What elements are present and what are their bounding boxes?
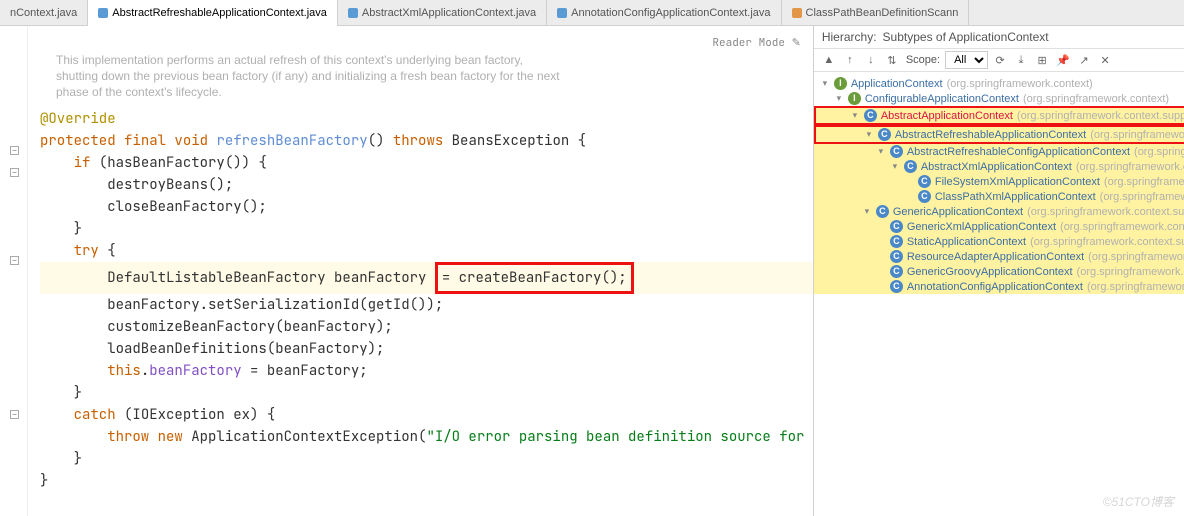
- annotation: @Override: [40, 110, 116, 128]
- scope-select[interactable]: All: [945, 51, 988, 69]
- java-class-icon: [557, 8, 567, 18]
- tree-node[interactable]: ▾CAbstractXmlApplicationContext (org.spr…: [814, 159, 1184, 174]
- chevron-down-icon[interactable]: ▾: [862, 206, 872, 217]
- tab-file-3[interactable]: AnnotationConfigApplicationContext.java: [547, 0, 781, 26]
- tab-file-4[interactable]: ClassPathBeanDefinitionScann: [782, 0, 970, 26]
- class-icon: C: [918, 190, 931, 203]
- class-hierarchy-icon[interactable]: ▲: [820, 51, 838, 69]
- tree-node[interactable]: CStaticApplicationContext (org.springfra…: [814, 234, 1184, 249]
- close-toolbar-icon[interactable]: ✕: [1096, 51, 1114, 69]
- tree-node[interactable]: CAnnotationConfigApplicationContext (org…: [814, 279, 1184, 294]
- file-label: nContext.java: [10, 7, 77, 19]
- class-icon: C: [890, 265, 903, 278]
- tree-node-selected[interactable]: ▾CAbstractRefreshableApplicationContext …: [814, 125, 1184, 144]
- tree-node[interactable]: ▾IConfigurableApplicationContext (org.sp…: [814, 91, 1184, 106]
- code-editor[interactable]: Reader Mode ✎ This implementation perfor…: [28, 26, 813, 516]
- chevron-down-icon[interactable]: ▾: [890, 161, 900, 172]
- editor-gutter[interactable]: − − − −: [0, 26, 28, 516]
- tree-node[interactable]: CResourceAdapterApplicationContext (org.…: [814, 249, 1184, 264]
- class-icon: C: [918, 175, 931, 188]
- highlight-box: = createBeanFactory();: [435, 262, 634, 294]
- java-class-icon: [348, 8, 358, 18]
- watermark: ©51CTO博客: [1103, 493, 1174, 510]
- hierarchy-subtitle: Subtypes of ApplicationContext: [883, 30, 1049, 44]
- hierarchy-toolbar: ▲ ↑ ↓ ⇅ Scope: All ⟳ ⤓ ⊞ 📌 ↗ ✕: [814, 49, 1184, 72]
- fold-toggle-icon[interactable]: −: [10, 410, 19, 419]
- class-icon: C: [890, 250, 903, 263]
- class-icon: C: [876, 205, 889, 218]
- highlighted-line: DefaultListableBeanFactory beanFactory =…: [40, 262, 813, 294]
- tree-node[interactable]: CClassPathXmlApplicationContext (org.spr…: [814, 189, 1184, 204]
- supertypes-icon[interactable]: ↑: [841, 51, 859, 69]
- hierarchy-panel: Hierarchy: Subtypes of ApplicationContex…: [813, 26, 1184, 516]
- editor-pane: − − − − Reader Mode ✎ This implementatio…: [0, 26, 813, 516]
- class-icon: C: [890, 235, 903, 248]
- fold-toggle-icon[interactable]: −: [10, 256, 19, 265]
- interface-icon: I: [848, 92, 861, 105]
- tree-node[interactable]: CFileSystemXmlApplicationContext (org.sp…: [814, 174, 1184, 189]
- fold-toggle-icon[interactable]: −: [10, 146, 19, 155]
- tab-file-0[interactable]: nContext.java: [0, 0, 88, 26]
- autoscroll-icon[interactable]: ⤓: [1012, 51, 1030, 69]
- file-label: ClassPathBeanDefinitionScann: [806, 7, 959, 19]
- class-icon: C: [890, 145, 903, 158]
- tree-node[interactable]: CGenericGroovyApplicationContext (org.sp…: [814, 264, 1184, 279]
- pin-icon[interactable]: 📌: [1054, 51, 1072, 69]
- hierarchy-tree[interactable]: ▾IApplicationContext (org.springframewor…: [814, 72, 1184, 516]
- editor-tabs: nContext.java AbstractRefreshableApplica…: [0, 0, 1184, 26]
- file-label: AbstractRefreshableApplicationContext.ja…: [112, 7, 327, 19]
- tree-node[interactable]: ▾IApplicationContext (org.springframewor…: [814, 76, 1184, 91]
- chevron-down-icon[interactable]: ▾: [864, 129, 874, 140]
- file-label: AnnotationConfigApplicationContext.java: [571, 7, 770, 19]
- chevron-down-icon[interactable]: ▾: [820, 78, 830, 89]
- interface-icon: I: [834, 77, 847, 90]
- tab-file-2[interactable]: AbstractXmlApplicationContext.java: [338, 0, 547, 26]
- subtypes-icon[interactable]: ↓: [862, 51, 880, 69]
- java-class-icon: [98, 8, 108, 18]
- tree-node[interactable]: CGenericXmlApplicationContext (org.sprin…: [814, 219, 1184, 234]
- scope-label: Scope:: [906, 54, 940, 66]
- class-icon: C: [878, 128, 891, 141]
- tree-node[interactable]: ▾CGenericApplicationContext (org.springf…: [814, 204, 1184, 219]
- reader-mode-toggle[interactable]: Reader Mode ✎: [712, 32, 800, 54]
- java-class-icon: [792, 8, 802, 18]
- tree-node-highlight[interactable]: ▾CAbstractApplicationContext (org.spring…: [814, 106, 1184, 125]
- hierarchy-label: Hierarchy:: [822, 30, 877, 44]
- class-icon: C: [904, 160, 917, 173]
- refresh-icon[interactable]: ⟳: [991, 51, 1009, 69]
- main-split: − − − − Reader Mode ✎ This implementatio…: [0, 26, 1184, 516]
- expand-icon[interactable]: ⊞: [1033, 51, 1051, 69]
- fold-toggle-icon[interactable]: −: [10, 168, 19, 177]
- class-icon: C: [890, 220, 903, 233]
- tree-node[interactable]: ▾CAbstractRefreshableConfigApplicationCo…: [814, 144, 1184, 159]
- tab-file-1[interactable]: AbstractRefreshableApplicationContext.ja…: [88, 0, 338, 26]
- chevron-down-icon[interactable]: ▾: [850, 110, 860, 121]
- hierarchy-header: Hierarchy: Subtypes of ApplicationContex…: [814, 26, 1184, 49]
- export-icon[interactable]: ↗: [1075, 51, 1093, 69]
- sort-icon[interactable]: ⇅: [883, 51, 901, 69]
- file-label: AbstractXmlApplicationContext.java: [362, 7, 536, 19]
- javadoc-comment: This implementation performs an actual r…: [40, 34, 560, 108]
- chevron-down-icon[interactable]: ▾: [876, 146, 886, 157]
- class-icon: C: [890, 280, 903, 293]
- class-icon: C: [864, 109, 877, 122]
- chevron-down-icon[interactable]: ▾: [834, 93, 844, 104]
